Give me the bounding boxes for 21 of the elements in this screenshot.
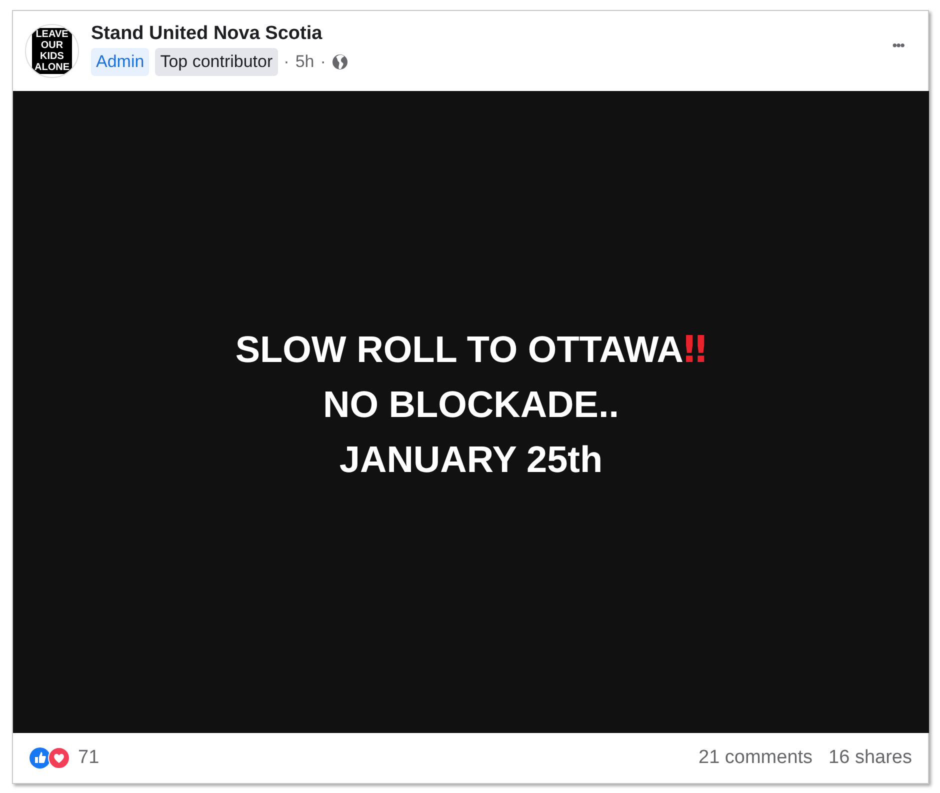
image-text: SLOW ROLL TO OTTAWA‼ (235, 327, 707, 373)
avatar-text: ALONE (34, 62, 70, 73)
author-name[interactable]: Stand United Nova Scotia (91, 22, 348, 46)
author-badge: Top contributor (155, 48, 278, 76)
avatar-text: LEAVE (36, 29, 68, 40)
post-image[interactable]: SLOW ROLL TO OTTAWA‼ NO BLOCKADE.. JANUARY 25th (13, 91, 929, 733)
avatar-text: KIDS (40, 51, 64, 62)
reaction-count[interactable]: 71 (78, 744, 100, 772)
image-text: NO BLOCKADE.. (323, 383, 619, 427)
more-options-button[interactable]: ••• (892, 34, 904, 56)
post-time[interactable]: 5h (295, 49, 314, 75)
author-badge: Admin (91, 48, 150, 76)
globe-icon (332, 54, 348, 70)
comments-link[interactable]: 21 comments (698, 744, 813, 772)
separator: · (284, 51, 290, 74)
image-text: JANUARY 25th (339, 438, 603, 482)
avatar-text: OUR (40, 40, 64, 51)
avatar[interactable]: LEAVE OUR KIDS ALONE (25, 24, 79, 78)
separator: · (320, 51, 326, 74)
like-icon[interactable] (29, 747, 51, 769)
shares-link[interactable]: 16 shares (828, 744, 912, 772)
